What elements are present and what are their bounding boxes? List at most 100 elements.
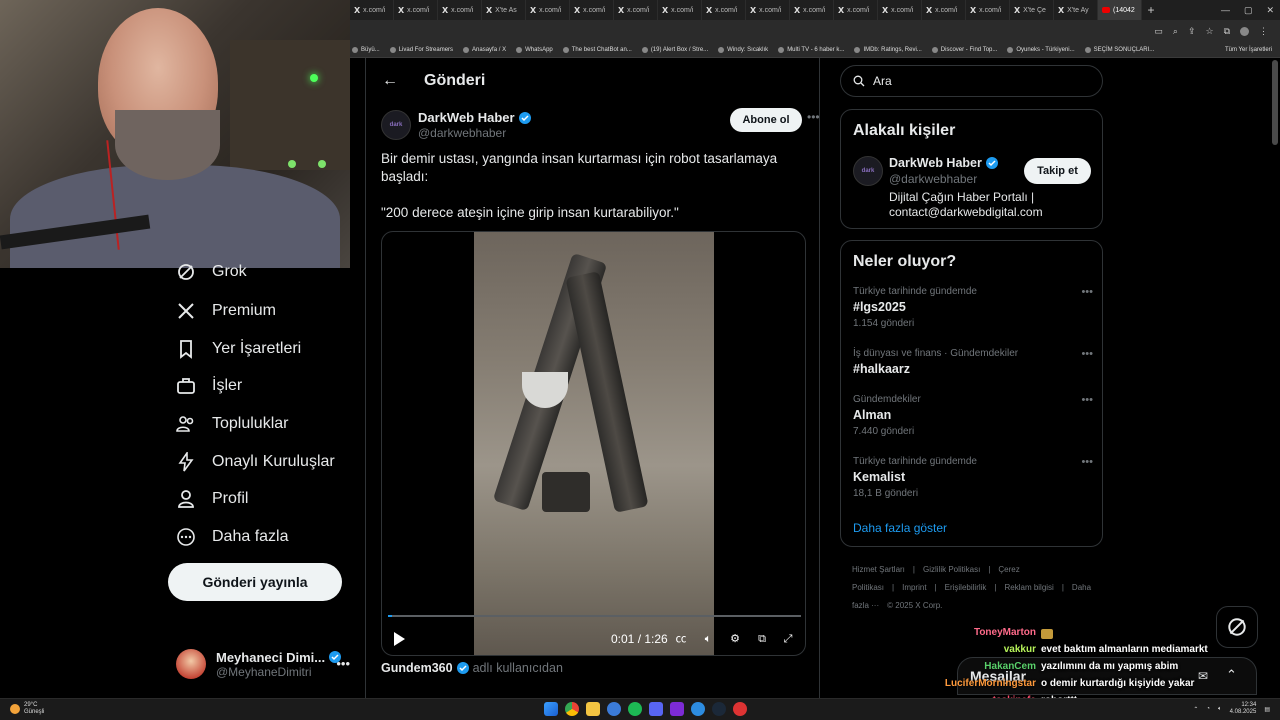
discord-icon[interactable]	[649, 702, 663, 716]
back-arrow-icon[interactable]: ←	[382, 72, 398, 90]
browser-tab[interactable]: Xx.com/i	[702, 0, 746, 20]
related-name-row[interactable]: DarkWeb Haber	[889, 156, 998, 170]
fullscreen-icon[interactable]: ⤢	[781, 632, 795, 646]
footer-link[interactable]: Erişilebilirlik	[945, 583, 987, 592]
subscribe-button[interactable]: Abone ol	[730, 108, 802, 132]
weather-widget[interactable]: 29°C Güneşli	[10, 702, 44, 716]
browser-tab[interactable]: Xx.com/i	[350, 0, 394, 20]
related-handle[interactable]: @darkwebhaber	[889, 172, 977, 186]
start-icon[interactable]	[544, 702, 558, 716]
play-icon[interactable]	[394, 632, 405, 646]
footer-link[interactable]: Imprint	[902, 583, 926, 592]
bookmark-item[interactable]: Oyuneks - Türkiyeni...	[1007, 46, 1075, 53]
more-options-icon[interactable]: •••	[807, 110, 819, 124]
browser-tab[interactable]: Xx.com/i	[922, 0, 966, 20]
browser-tab[interactable]: X X'te Ay	[1054, 0, 1098, 20]
follow-button[interactable]: Takip et	[1024, 158, 1091, 184]
more-options-icon[interactable]: •••	[1081, 394, 1093, 406]
nav-grok[interactable]: Grok	[176, 262, 247, 282]
browser-tab[interactable]: Xx.com/i	[834, 0, 878, 20]
settings-gear-icon[interactable]: ⚙	[728, 632, 742, 646]
nav-more[interactable]: Daha fazla	[176, 527, 289, 547]
more-icon[interactable]: •••	[336, 656, 350, 671]
chrome-icon[interactable]	[565, 702, 579, 716]
bookmark-item[interactable]: (19) Alert Box / Stre...	[641, 46, 708, 53]
author-avatar[interactable]: dark	[381, 110, 411, 140]
app-icon[interactable]	[733, 702, 747, 716]
browser-tab[interactable]: X X'te Çe	[1010, 0, 1054, 20]
browser-tab[interactable]: Xx.com/i	[658, 0, 702, 20]
footer-link[interactable]: Hizmet Şartları	[852, 565, 905, 574]
author-name-row[interactable]: DarkWeb Haber	[418, 110, 531, 125]
app-icon[interactable]	[607, 702, 621, 716]
bookmark-item[interactable]: WhatsApp	[516, 46, 553, 53]
browser-tab[interactable]: X X'te As	[482, 0, 526, 20]
nav-profile[interactable]: Profil	[176, 489, 248, 509]
maximize-icon[interactable]: ▢	[1244, 5, 1253, 16]
search-input[interactable]: Ara	[840, 65, 1103, 97]
new-tab-icon[interactable]: +	[1142, 3, 1160, 17]
steam-icon[interactable]	[712, 702, 726, 716]
more-options-icon[interactable]: •••	[1081, 286, 1093, 298]
bookmark-item[interactable]: Multi TV - 6 haber k...	[778, 46, 844, 53]
browser-tab[interactable]: Xx.com/i	[614, 0, 658, 20]
post-button[interactable]: Gönderi yayınla	[168, 563, 342, 601]
browser-tab[interactable]: Xx.com/i	[570, 0, 614, 20]
account-switcher[interactable]: Meyhaneci Dimi... @MeyhaneDimitri •••	[176, 644, 356, 684]
trend-item[interactable]: İş dünyası ve finans · Gündemdekiler #hal…	[853, 348, 1093, 380]
browser-tab[interactable]: Xx.com/i	[526, 0, 570, 20]
cast-icon[interactable]: ▭	[1154, 26, 1163, 37]
folder-icon[interactable]	[586, 702, 600, 716]
minimize-icon[interactable]: —	[1221, 5, 1230, 15]
browser-tab[interactable]: Xx.com/i	[394, 0, 438, 20]
browser-tab[interactable]: Xx.com/i	[438, 0, 482, 20]
footer-link[interactable]: Gizlilik Politikası	[923, 565, 980, 574]
nav-premium[interactable]: Premium	[176, 301, 276, 321]
trend-item[interactable]: Gündemdekiler Alman 7.440 gönderi •••	[853, 394, 1093, 437]
volume-icon[interactable]: 🔈︎	[701, 632, 715, 646]
pip-icon[interactable]: ⧉	[755, 632, 769, 646]
extensions-icon[interactable]: ⧉	[1224, 26, 1230, 37]
show-more-link[interactable]: Daha fazla göster	[853, 521, 947, 535]
captions-icon[interactable]: ㏄	[674, 632, 688, 646]
menu-icon[interactable]: ⋮	[1259, 26, 1268, 37]
browser-tab[interactable]: Xx.com/i	[790, 0, 834, 20]
more-options-icon[interactable]: •••	[1081, 348, 1093, 360]
tray-chevron-icon[interactable]: ⌃	[1193, 706, 1198, 713]
bookmark-item[interactable]: Windy: Sıcaklık	[718, 46, 768, 53]
star-icon[interactable]: ☆	[1205, 26, 1213, 37]
bookmark-item[interactable]: IMDb: Ratings, Revi...	[854, 46, 922, 53]
browser-tab[interactable]: Xx.com/i	[966, 0, 1010, 20]
related-avatar[interactable]: dark	[853, 156, 883, 186]
volume-icon[interactable]: 🔈︎	[1218, 706, 1222, 713]
profile-avatar[interactable]	[1240, 26, 1249, 36]
browser-tab[interactable]: Xx.com/i	[878, 0, 922, 20]
nav-verified-orgs[interactable]: Onaylı Kuruluşlar	[176, 452, 335, 472]
bookmark-item[interactable]: The best ChatBot an...	[562, 46, 632, 53]
browser-tab[interactable]: Xx.com/i	[746, 0, 790, 20]
close-icon[interactable]: ✕	[1266, 5, 1274, 16]
network-icon[interactable]: ◔	[1206, 706, 1210, 712]
video-attribution[interactable]: Gundem360 adlı kullanıcıdan	[381, 661, 563, 675]
spotify-icon[interactable]	[628, 702, 642, 716]
nav-jobs[interactable]: İşler	[176, 376, 242, 396]
all-bookmarks-folder[interactable]: Tüm Yer İşaretleri	[1225, 47, 1272, 53]
app-icon[interactable]	[691, 702, 705, 716]
app-icon[interactable]	[670, 702, 684, 716]
trend-item[interactable]: Türkiye tarihinde gündemde Kemalist 18,1 B…	[853, 456, 1093, 499]
nav-communities[interactable]: Topluluklar	[176, 414, 288, 434]
zoom-icon[interactable]: ⌕	[1173, 26, 1178, 37]
more-options-icon[interactable]: •••	[1081, 456, 1093, 468]
bookmark-item[interactable]: Büyü...	[352, 46, 380, 53]
share-icon[interactable]: ⇪	[1188, 26, 1196, 37]
bookmark-item[interactable]: Discover - Find Top...	[931, 46, 997, 53]
notification-icon[interactable]: ▤	[1264, 706, 1270, 713]
clock[interactable]: 12:34 4.08.2025	[1230, 702, 1257, 716]
video-player[interactable]: 0:01 / 1:26 ㏄ 🔈︎ ⚙ ⧉ ⤢	[381, 231, 806, 656]
video-progress-bar[interactable]	[388, 615, 801, 617]
bookmark-item[interactable]: Livad For Streamers	[389, 46, 453, 53]
page-scrollbar[interactable]	[1272, 60, 1278, 145]
browser-tab[interactable]: (14042	[1098, 0, 1142, 20]
footer-link[interactable]: Reklam bilgisi	[1004, 583, 1053, 592]
nav-bookmarks[interactable]: Yer İşaretleri	[176, 339, 301, 359]
